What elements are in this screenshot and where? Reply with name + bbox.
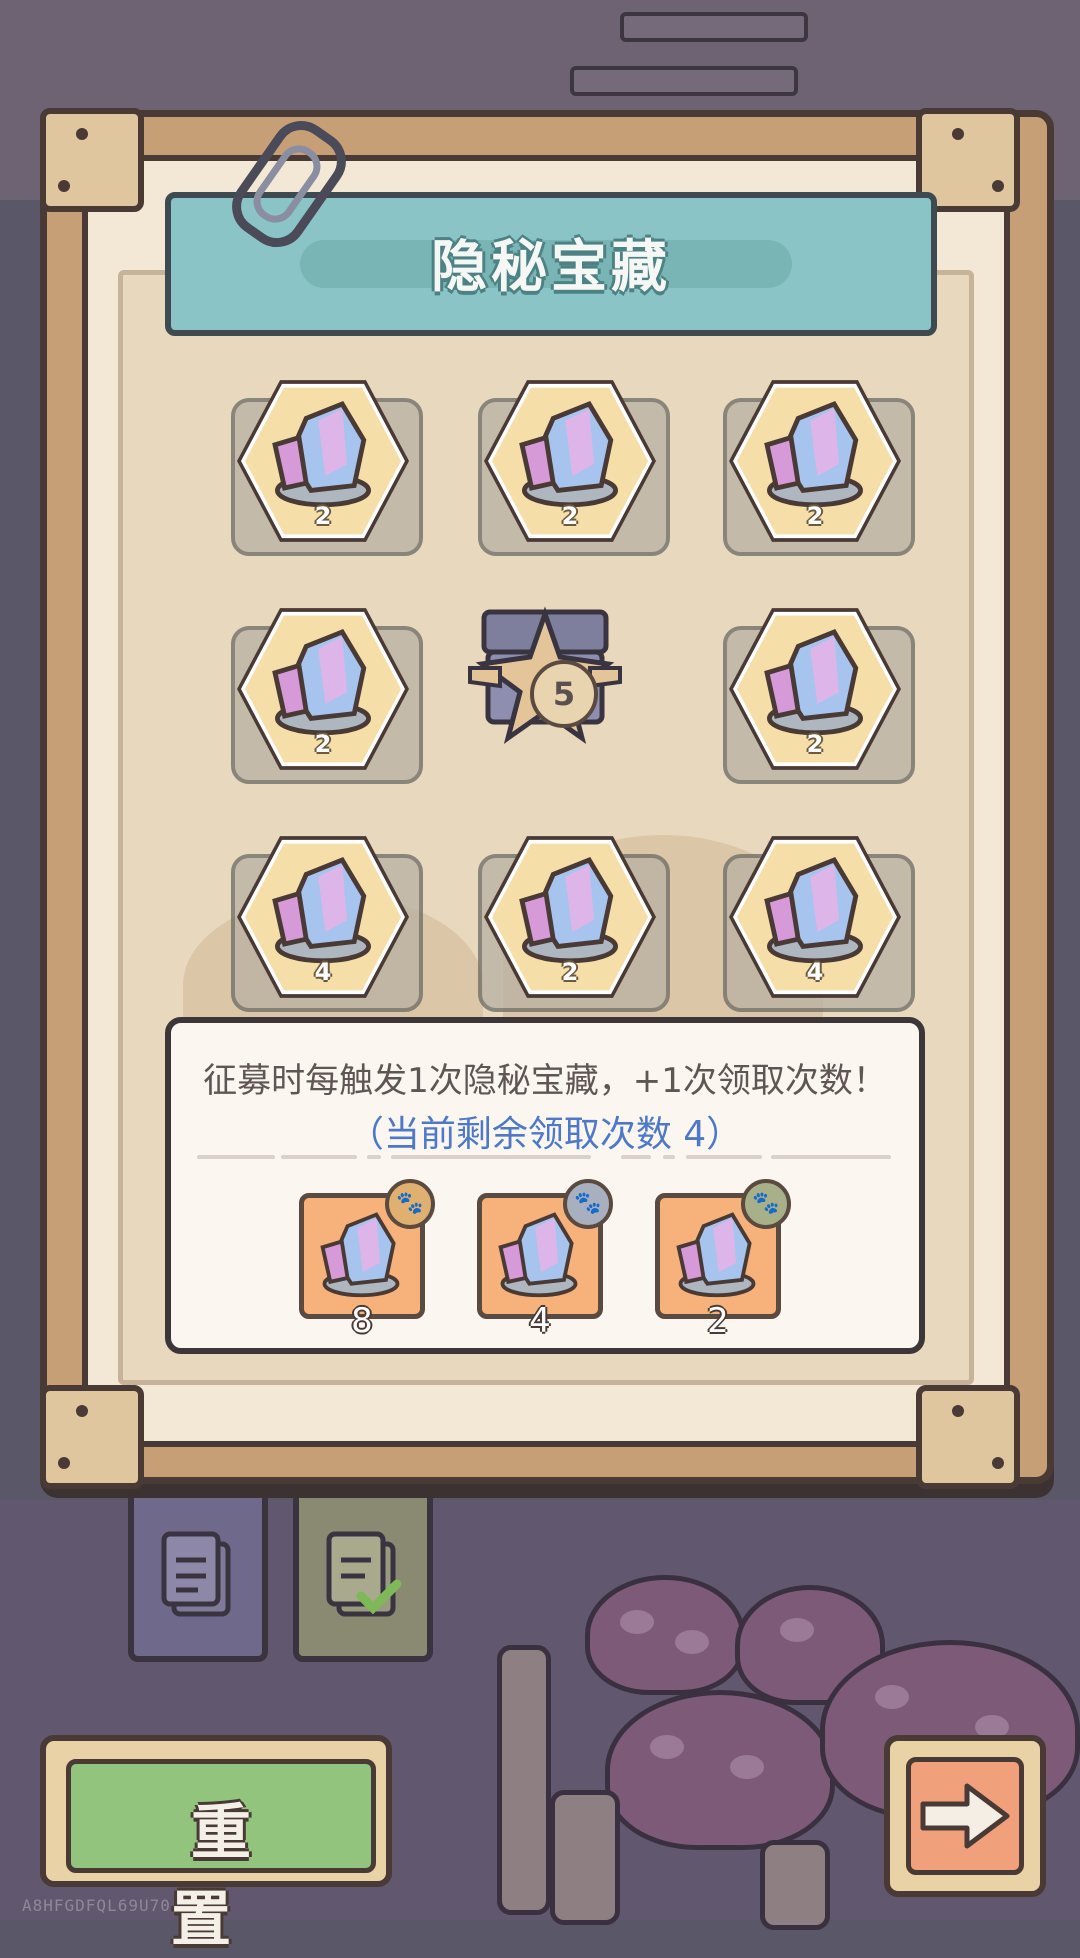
- tile-count: 2: [806, 730, 824, 758]
- tile-count: 4: [314, 958, 332, 986]
- tile-count: 2: [314, 730, 332, 758]
- crystal-icon: [764, 857, 863, 964]
- background-plank: [620, 12, 808, 42]
- crystal-icon: [272, 629, 371, 736]
- tile-count: 2: [806, 502, 824, 530]
- chest-count: 5: [530, 660, 598, 728]
- crystal-icon: [519, 401, 618, 508]
- tab-task-list[interactable]: [128, 1490, 268, 1662]
- treasure-tile[interactable]: 2: [223, 606, 423, 786]
- mushroom-decoration: [605, 1690, 835, 1850]
- treasure-tile[interactable]: 2: [470, 378, 670, 558]
- crystal-icon: [764, 401, 863, 508]
- reward-slot[interactable]: 🐾 8: [299, 1179, 435, 1341]
- document-icon: [161, 1531, 231, 1617]
- treasure-chest-tile[interactable]: 5: [460, 602, 660, 782]
- remaining-claims: （当前剩余领取次数 4）: [347, 1114, 743, 1155]
- reward-count: 8: [351, 1301, 373, 1341]
- info-panel: 征募时每触发1次隐秘宝藏，+1次领取次数！ （当前剩余领取次数 4） 🐾 8 🐾…: [165, 1017, 925, 1354]
- reset-button[interactable]: 重 置: [40, 1735, 392, 1955]
- crystal-icon: [272, 401, 371, 508]
- board-corner: [40, 1385, 144, 1489]
- treasure-tile[interactable]: 4: [223, 834, 423, 1014]
- crystal-icon: [764, 629, 863, 736]
- reward-slot[interactable]: 🐾 2: [655, 1179, 791, 1341]
- background-plank: [570, 66, 798, 96]
- tile-count: 2: [561, 958, 579, 986]
- next-button[interactable]: [884, 1735, 1046, 1897]
- reward-slot[interactable]: 🐾 4: [477, 1179, 613, 1341]
- crystal-icon: [272, 857, 371, 964]
- paw-bronze-icon: 🐾: [741, 1179, 791, 1229]
- reset-button-label: 重 置: [171, 1798, 291, 1955]
- reward-count: 2: [707, 1301, 729, 1341]
- branch-decoration: [497, 1645, 551, 1915]
- rule-description: 征募时每触发1次隐秘宝藏，+1次领取次数！: [203, 1061, 887, 1101]
- treasure-tile[interactable]: 2: [223, 378, 423, 558]
- branch-decoration: [550, 1790, 620, 1925]
- crystal-icon: [519, 857, 618, 964]
- reward-count: 4: [529, 1301, 551, 1341]
- treasure-tile[interactable]: 2: [470, 834, 670, 1014]
- treasure-tile[interactable]: 2: [715, 606, 915, 786]
- mushroom-decoration: [585, 1575, 745, 1695]
- document-check-icon: [326, 1531, 402, 1617]
- branch-decoration: [760, 1840, 830, 1930]
- arrow-right-icon: [920, 1783, 1010, 1849]
- treasure-tile[interactable]: 2: [715, 378, 915, 558]
- treasure-tile[interactable]: 4: [715, 834, 915, 1014]
- paw-silver-icon: 🐾: [563, 1179, 613, 1229]
- board-corner: [40, 108, 144, 212]
- board-corner: [916, 1385, 1020, 1489]
- tile-count: 2: [561, 502, 579, 530]
- tab-completed[interactable]: [293, 1490, 433, 1662]
- paw-gold-icon: 🐾: [385, 1179, 435, 1229]
- tile-count: 4: [806, 958, 824, 986]
- tile-count: 2: [314, 502, 332, 530]
- watermark: A8HFGDFQL69U70: [22, 1896, 171, 1915]
